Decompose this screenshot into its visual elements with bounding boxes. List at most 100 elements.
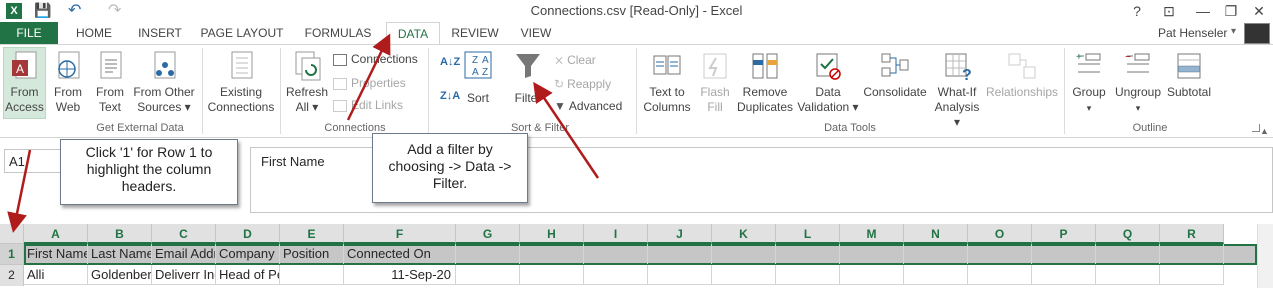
cell-e2[interactable]	[280, 265, 344, 285]
clear-filter-button[interactable]: ⨯ Clear	[554, 53, 596, 67]
user-name[interactable]: Pat Henseler	[1158, 26, 1227, 40]
column-header-o[interactable]: O	[968, 224, 1032, 244]
column-header-d[interactable]: D	[216, 224, 280, 244]
from-access-button[interactable]: A From Access	[3, 50, 46, 115]
column-header-a[interactable]: A	[24, 224, 88, 244]
cell-e1[interactable]: Position	[280, 244, 344, 264]
column-header-l[interactable]: L	[776, 224, 840, 244]
tab-formulas[interactable]: FORMULAS	[298, 22, 378, 44]
cell-a2[interactable]: Alli	[24, 265, 88, 285]
cell-r2[interactable]	[1160, 265, 1224, 285]
ungroup-button[interactable]: − Ungroup ▾	[1110, 50, 1166, 116]
select-all-corner[interactable]	[0, 224, 24, 244]
from-other-sources-button[interactable]: From Other Sources ▾	[130, 50, 198, 115]
column-header-f[interactable]: F	[344, 224, 456, 244]
cell-m1[interactable]	[840, 244, 904, 264]
collapse-ribbon-icon[interactable]: ▲	[1260, 126, 1269, 136]
flash-fill-button[interactable]: Flash Fill	[696, 50, 734, 115]
cell-h1[interactable]	[520, 244, 584, 264]
cell-p2[interactable]	[1032, 265, 1096, 285]
cell-q1[interactable]	[1096, 244, 1160, 264]
properties-button[interactable]: Properties	[333, 76, 406, 90]
cell-p1[interactable]	[1032, 244, 1096, 264]
column-header-m[interactable]: M	[840, 224, 904, 244]
column-header-i[interactable]: I	[584, 224, 648, 244]
cell-q2[interactable]	[1096, 265, 1160, 285]
connections-button[interactable]: Connections	[333, 52, 418, 66]
tab-view[interactable]: VIEW	[512, 22, 560, 44]
close-icon[interactable]: ✕	[1242, 0, 1273, 22]
filter-button[interactable]: Filter	[510, 50, 546, 105]
cell-h2[interactable]	[520, 265, 584, 285]
cell-r1[interactable]	[1160, 244, 1224, 264]
from-web-button[interactable]: From Web	[48, 50, 88, 115]
cell-j1[interactable]	[648, 244, 712, 264]
cell-k1[interactable]	[712, 244, 776, 264]
cell-c1[interactable]: Email Address	[152, 244, 216, 264]
cell-o2[interactable]	[968, 265, 1032, 285]
ribbon-display-icon[interactable]: ⊡	[1152, 0, 1186, 22]
sort-z-to-a-button[interactable]: Z↓A	[440, 90, 460, 102]
tab-file[interactable]: FILE	[0, 22, 58, 44]
cell-b2[interactable]: Goldenberg (She/Her)	[88, 265, 152, 285]
cell-k2[interactable]	[712, 265, 776, 285]
consolidate-button[interactable]: Consolidate	[860, 50, 930, 100]
reapply-button[interactable]: ↻ Reapply	[554, 77, 611, 91]
cell-a1[interactable]: First Name	[24, 244, 88, 264]
cell-d2[interactable]: Head of People	[216, 265, 280, 285]
sort-button[interactable]: ZAAZ Sort	[462, 50, 494, 105]
column-header-c[interactable]: C	[152, 224, 216, 244]
cell-c2[interactable]: Deliverr Inc	[152, 265, 216, 285]
cell-m2[interactable]	[840, 265, 904, 285]
help-icon[interactable]: ?	[1120, 0, 1154, 22]
tab-data[interactable]: DATA	[386, 22, 440, 45]
row-header-1[interactable]: 1	[0, 244, 24, 265]
tab-review[interactable]: REVIEW	[446, 22, 504, 44]
column-header-r[interactable]: R	[1160, 224, 1224, 244]
group-button[interactable]: + Group ▾	[1068, 50, 1110, 116]
cell-n1[interactable]	[904, 244, 968, 264]
tab-home[interactable]: HOME	[68, 22, 120, 44]
tab-insert[interactable]: INSERT	[132, 22, 188, 44]
relationships-button[interactable]: Relationships	[986, 50, 1058, 100]
column-header-e[interactable]: E	[280, 224, 344, 244]
column-header-h[interactable]: H	[520, 224, 584, 244]
column-header-n[interactable]: N	[904, 224, 968, 244]
tab-page-layout[interactable]: PAGE LAYOUT	[196, 22, 288, 44]
column-header-k[interactable]: K	[712, 224, 776, 244]
cell-d1[interactable]: Company	[216, 244, 280, 264]
column-header-j[interactable]: J	[648, 224, 712, 244]
dialog-launcher-icon[interactable]	[1252, 124, 1260, 132]
cell-i2[interactable]	[584, 265, 648, 285]
subtotal-button[interactable]: Subtotal	[1164, 50, 1214, 100]
vertical-scrollbar[interactable]	[1257, 224, 1273, 288]
advanced-filter-button[interactable]: ▼ Advanced	[554, 99, 622, 113]
avatar[interactable]	[1244, 23, 1270, 44]
refresh-all-button[interactable]: Refresh All ▾	[284, 50, 330, 115]
user-caret-icon[interactable]: ▾	[1231, 26, 1236, 37]
column-header-b[interactable]: B	[88, 224, 152, 244]
cell-b1[interactable]: Last Name	[88, 244, 152, 264]
what-if-analysis-button[interactable]: ? What-If Analysis ▾	[930, 50, 984, 130]
sort-a-to-z-button[interactable]: A↓Z	[440, 56, 460, 68]
text-to-columns-button[interactable]: Text to Columns	[640, 50, 694, 115]
cell-g1[interactable]	[456, 244, 520, 264]
cell-o1[interactable]	[968, 244, 1032, 264]
cell-j2[interactable]	[648, 265, 712, 285]
column-header-g[interactable]: G	[456, 224, 520, 244]
column-header-p[interactable]: P	[1032, 224, 1096, 244]
existing-connections-button[interactable]: Existing Connections	[206, 50, 276, 115]
cell-f1[interactable]: Connected On	[344, 244, 456, 264]
cell-f2[interactable]: 11-Sep-20	[344, 265, 456, 285]
data-validation-button[interactable]: Data Validation ▾	[796, 50, 860, 115]
from-text-button[interactable]: From Text	[90, 50, 130, 115]
edit-links-button[interactable]: Edit Links	[333, 98, 403, 112]
remove-duplicates-button[interactable]: Remove Duplicates	[736, 50, 794, 115]
cell-l2[interactable]	[776, 265, 840, 285]
row-header-2[interactable]: 2	[0, 265, 24, 286]
cell-n2[interactable]	[904, 265, 968, 285]
cell-g2[interactable]	[456, 265, 520, 285]
cell-i1[interactable]	[584, 244, 648, 264]
cell-l1[interactable]	[776, 244, 840, 264]
column-header-q[interactable]: Q	[1096, 224, 1160, 244]
